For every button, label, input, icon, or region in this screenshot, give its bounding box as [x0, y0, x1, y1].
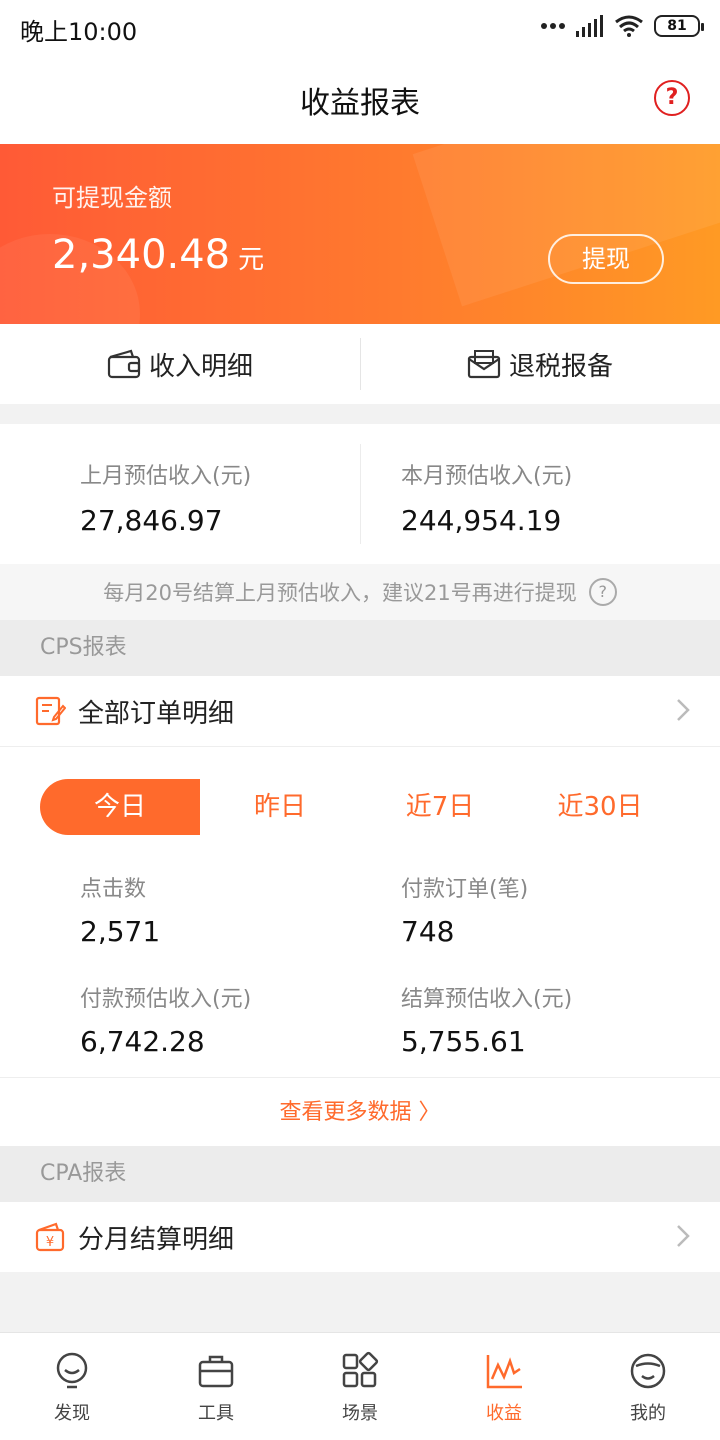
monthly-income-card: 上月预估收入(元) 27,846.97 本月预估收入(元) 244,954.19 [0, 424, 720, 564]
view-more-data-link[interactable]: 查看更多数据 〉 [0, 1077, 720, 1147]
help-button[interactable]: ? [654, 80, 690, 116]
stat-settled-income: 结算预估收入(元) 5,755.61 [401, 981, 572, 1058]
tab-yesterday[interactable]: 昨日 [200, 779, 360, 835]
battery-indicator: 81 [654, 15, 704, 37]
wifi-icon [615, 15, 643, 37]
tax-refund-label: 退税报备 [508, 351, 613, 382]
last-month-label: 上月预估收入(元) [80, 464, 252, 489]
bulb-icon [56, 1352, 88, 1389]
grid-icon [342, 1351, 379, 1388]
stat-label: 付款订单(笔) [401, 877, 529, 902]
cps-section-header: CPS报表 [0, 620, 720, 676]
chart-icon [486, 1355, 522, 1389]
divider [360, 444, 361, 544]
nav-profile[interactable]: 我的 [576, 1333, 720, 1440]
svg-text:¥: ¥ [46, 1235, 54, 1250]
stat-label: 付款预估收入(元) [80, 987, 252, 1012]
all-orders-label: 全部订单明细 [78, 698, 235, 729]
all-orders-row[interactable]: 全部订单明细 [0, 676, 720, 746]
income-detail-button[interactable]: 收入明细 [0, 324, 360, 404]
withdrawable-label: 可提现金额 [52, 184, 172, 212]
notice-text: 每月20号结算上月预估收入，建议21号再进行提现 [103, 581, 577, 605]
income-detail-label: 收入明细 [148, 351, 253, 382]
monthly-settlement-row[interactable]: ¥ 分月结算明细 [0, 1202, 720, 1272]
period-tabs: 今日 昨日 近7日 近30日 [40, 779, 680, 835]
signal-icon [576, 15, 603, 37]
last-month-income: 上月预估收入(元) 27,846.97 [80, 458, 251, 537]
tab-last-7-days[interactable]: 近7日 [360, 779, 520, 835]
withdraw-button[interactable]: 提现 [548, 234, 664, 284]
chevron-right-icon [677, 1225, 690, 1247]
nav-label: 发现 [54, 1403, 90, 1424]
cpa-section-header: CPA报表 [0, 1146, 720, 1202]
briefcase-icon [198, 1355, 234, 1388]
amount-value: 2,340.48 [52, 232, 231, 278]
withdrawable-amount: 2,340.48 元 [52, 232, 264, 278]
cps-stats-card: 今日 昨日 近7日 近30日 点击数 2,571 付款订单(笔) 748 付款预… [0, 746, 720, 1146]
status-bar: 晚上10:00 81 [0, 0, 720, 54]
stat-value: 5,755.61 [401, 1025, 526, 1058]
more-dots-icon [541, 23, 565, 29]
monthly-settlement-label: 分月结算明细 [78, 1224, 235, 1255]
stat-label: 点击数 [80, 877, 147, 902]
stat-clicks: 点击数 2,571 [80, 871, 160, 948]
nav-discover[interactable]: 发现 [0, 1333, 144, 1440]
stat-paid-orders: 付款订单(笔) 748 [401, 871, 528, 948]
nav-earnings[interactable]: 收益 [432, 1333, 576, 1440]
tax-refund-button[interactable]: 退税报备 [360, 324, 720, 404]
amount-unit: 元 [238, 245, 265, 275]
nav-label: 场景 [342, 1403, 378, 1424]
last-month-value: 27,846.97 [80, 504, 223, 537]
this-month-value: 244,954.19 [401, 504, 562, 537]
status-icons: 81 [540, 12, 704, 40]
nav-label: 工具 [198, 1403, 234, 1424]
stat-value: 6,742.28 [80, 1025, 205, 1058]
order-edit-icon [35, 696, 66, 726]
yen-wallet-icon: ¥ [35, 1222, 65, 1252]
stat-paid-income: 付款预估收入(元) 6,742.28 [80, 981, 251, 1058]
divider [360, 338, 361, 390]
envelope-icon [467, 350, 501, 379]
stat-value: 748 [401, 915, 455, 948]
title-bar: 收益报表 ? [0, 54, 720, 144]
face-icon [630, 1353, 666, 1389]
this-month-label: 本月预估收入(元) [401, 464, 573, 489]
quick-actions: 收入明细 退税报备 [0, 324, 720, 404]
tab-today[interactable]: 今日 [40, 779, 200, 835]
tab-last-30-days[interactable]: 近30日 [520, 779, 680, 835]
this-month-income: 本月预估收入(元) 244,954.19 [401, 458, 572, 537]
nav-tools[interactable]: 工具 [144, 1333, 288, 1440]
status-time: 晚上10:00 [20, 18, 138, 46]
notice-help-icon[interactable]: ? [588, 578, 617, 606]
nav-label: 收益 [486, 1403, 522, 1424]
withdraw-banner: 可提现金额 2,340.48 元 提现 [0, 144, 720, 324]
wallet-icon [107, 349, 141, 379]
bottom-navigation: 发现 工具 场景 收益 我的 [0, 1332, 720, 1440]
nav-scenes[interactable]: 场景 [288, 1333, 432, 1440]
stat-value: 2,571 [80, 915, 161, 948]
chevron-right-icon [677, 699, 690, 721]
settlement-notice: 每月20号结算上月预估收入，建议21号再进行提现 ? [0, 564, 720, 620]
page-title: 收益报表 [300, 86, 420, 121]
stat-label: 结算预估收入(元) [401, 987, 573, 1012]
nav-label: 我的 [630, 1403, 666, 1424]
